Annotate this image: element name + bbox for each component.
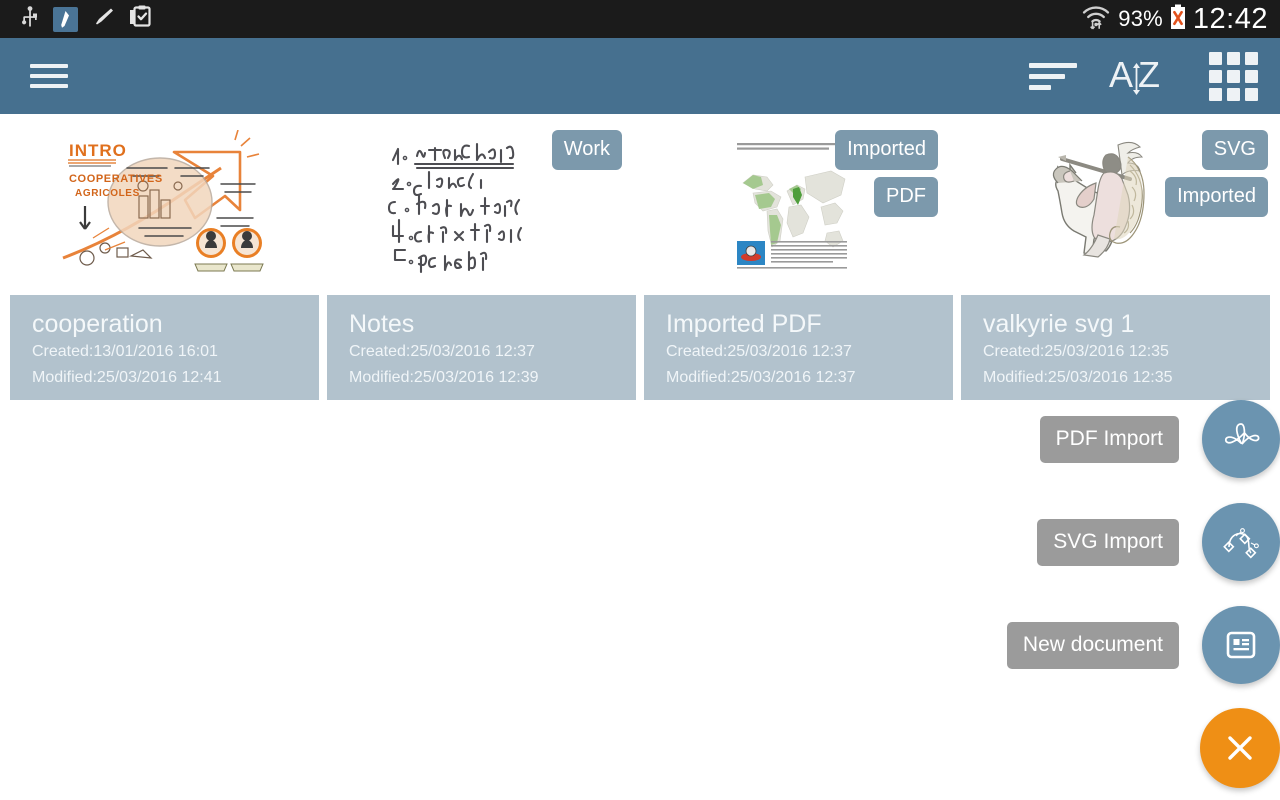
tag-svg[interactable]: SVG — [1201, 130, 1268, 170]
sort-alphabetical-icon[interactable]: A Z — [1107, 53, 1179, 99]
sort-lines-glyph — [1029, 59, 1077, 93]
app-bar: A Z — [0, 38, 1280, 114]
document-modified: Modified:25/03/2016 12:41 — [32, 368, 222, 386]
stylus-pen-icon — [53, 6, 78, 32]
tag-stack-valkyrie: SVG Imported — [1165, 130, 1268, 217]
fab-label-pdf-import[interactable]: PDF Import — [1039, 415, 1179, 463]
thumbnail-notes[interactable]: Work — [318, 114, 634, 295]
fab-pdf-import-button[interactable] — [1202, 400, 1280, 478]
sketchnote-cooperatives-agricoles: INTRO COOPERATIVES AGRICOLES — [35, 129, 283, 280]
app-bar-actions: A Z — [1029, 51, 1280, 101]
grid-cell — [1245, 69, 1258, 83]
tag-stack-notes: Work — [551, 130, 622, 170]
svg-text:INTRO: INTRO — [69, 141, 127, 160]
pdf-acrobat-icon — [1224, 423, 1260, 445]
fab-row-svg-import: SVG Import — [1037, 503, 1280, 581]
document-title: Notes — [349, 310, 415, 338]
thumbnail-cooperation[interactable]: INTRO COOPERATIVES AGRICOLES — [0, 114, 318, 295]
document-created: Created:25/03/2016 12:37 — [349, 343, 535, 360]
document-modified: Modified:25/03/2016 12:37 — [666, 368, 856, 386]
grid-cell — [1209, 69, 1222, 83]
grid-cell — [1209, 87, 1222, 101]
highlighter-pen-icon — [91, 6, 115, 33]
clipboard-check-icon — [128, 5, 152, 33]
document-card-imported-pdf[interactable]: Imported PDF Created:25/03/2016 12:37 Mo… — [644, 295, 953, 400]
status-bar-right-icons: 93% 12:42 — [1081, 3, 1280, 36]
svg-text:A: A — [1109, 54, 1133, 95]
fab-new-document-button[interactable] — [1202, 606, 1280, 684]
tag-pdf[interactable]: PDF — [874, 177, 938, 217]
grid-cell — [1245, 87, 1258, 101]
document-created: Created:25/03/2016 12:35 — [983, 343, 1169, 360]
document-created: Created:25/03/2016 12:37 — [666, 343, 852, 360]
document-title: Imported PDF — [666, 310, 822, 338]
battery-percent-label: 93% — [1118, 6, 1163, 31]
thumbnail-valkyrie-svg[interactable]: SVG Imported — [950, 114, 1280, 295]
tag-stack-imported-pdf: Imported PDF — [835, 130, 938, 217]
grid-glyph — [1209, 51, 1258, 101]
hamburger-menu-icon[interactable] — [30, 61, 70, 91]
grid-view-icon[interactable] — [1209, 51, 1258, 101]
grid-cell — [1209, 51, 1222, 65]
grid-cell — [1227, 51, 1240, 65]
document-modified: Modified:25/03/2016 12:39 — [349, 368, 539, 386]
handwritten-numbered-list — [385, 133, 567, 276]
document-title: valkyrie svg 1 — [983, 310, 1135, 338]
sort-line — [1029, 62, 1077, 68]
fab-label-svg-import[interactable]: SVG Import — [1037, 518, 1179, 566]
tag-work[interactable]: Work — [551, 130, 622, 170]
fab-row-new-document: New document — [1006, 606, 1280, 684]
tag-imported[interactable]: Imported — [1165, 177, 1268, 217]
document-card-notes[interactable]: Notes Created:25/03/2016 12:37 Modified:… — [327, 295, 636, 400]
tag-imported[interactable]: Imported — [835, 130, 938, 170]
usb-icon — [20, 5, 40, 33]
new-document-icon — [1226, 631, 1256, 659]
document-card-valkyrie-svg[interactable]: valkyrie svg 1 Created:25/03/2016 12:35 … — [961, 295, 1270, 400]
fab-close-button[interactable] — [1200, 708, 1280, 788]
hamburger-line — [30, 74, 68, 78]
fab-row-pdf-import: PDF Import — [1039, 400, 1280, 478]
fab-label-new-document[interactable]: New document — [1006, 621, 1179, 669]
document-thumbnail-strip: INTRO COOPERATIVES AGRICOLES Work Import… — [0, 114, 1280, 295]
bezier-path-icon — [1223, 528, 1259, 559]
grid-cell — [1227, 87, 1240, 101]
document-card-row: cooperation Created:13/01/2016 16:01 Mod… — [10, 295, 1270, 400]
sort-order-icon[interactable] — [1029, 59, 1077, 93]
svg-text:Z: Z — [1138, 54, 1160, 95]
document-modified: Modified:25/03/2016 12:35 — [983, 368, 1173, 386]
hamburger-line — [30, 84, 68, 88]
hamburger-line — [30, 64, 68, 68]
svg-text:AGRICOLES: AGRICOLES — [75, 188, 140, 199]
thumbnail-imported-pdf[interactable]: am OECD map Imported PDF — [634, 114, 950, 295]
sort-line — [1029, 73, 1065, 79]
fab-row-close — [1200, 708, 1280, 788]
battery-alert-icon — [1170, 4, 1186, 35]
grid-cell — [1245, 51, 1258, 65]
document-title: cooperation — [32, 310, 163, 338]
clock-label: 12:42 — [1192, 2, 1268, 35]
close-x-icon — [1228, 736, 1252, 760]
status-bar: 93% 12:42 — [0, 0, 1280, 38]
status-bar-left-icons — [0, 5, 152, 33]
fab-svg-import-button[interactable] — [1202, 503, 1280, 581]
wifi-icon — [1081, 3, 1111, 36]
grid-cell — [1227, 69, 1240, 83]
sort-line — [1029, 84, 1051, 90]
document-card-cooperation[interactable]: cooperation Created:13/01/2016 16:01 Mod… — [10, 295, 319, 400]
az-sort-glyph: A Z — [1109, 54, 1160, 95]
document-created: Created:13/01/2016 16:01 — [32, 343, 218, 360]
svg-text:COOPERATIVES: COOPERATIVES — [69, 173, 163, 185]
